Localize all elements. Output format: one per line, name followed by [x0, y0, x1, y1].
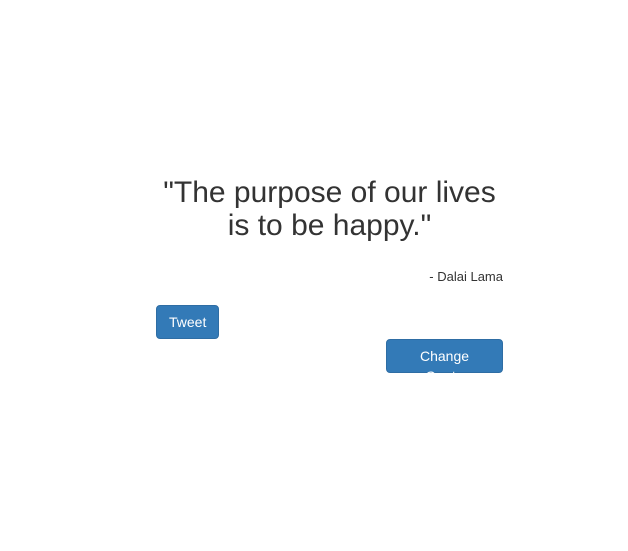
- quote-author: - Dalai Lama: [429, 269, 503, 284]
- change-quote-button[interactable]: Change Quote: [386, 339, 503, 384]
- quote-box: "The purpose of our lives is to be happy…: [156, 176, 503, 285]
- tweet-button[interactable]: Tweet: [156, 305, 219, 339]
- quote-text: "The purpose of our lives is to be happy…: [163, 176, 496, 242]
